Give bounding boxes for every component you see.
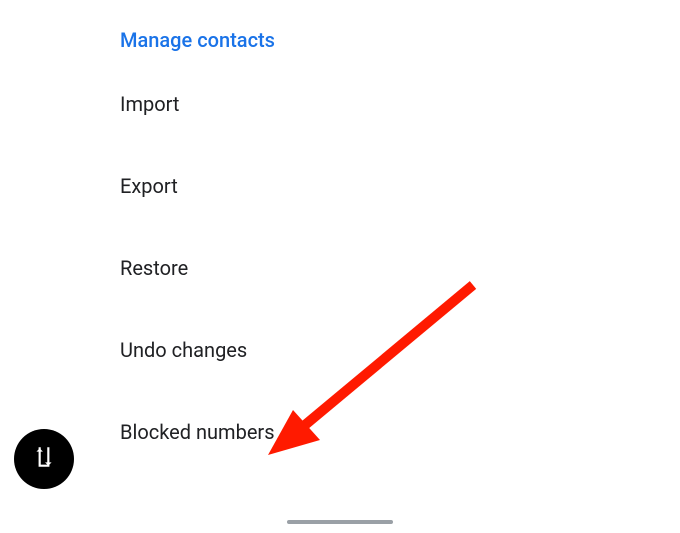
section-header-manage-contacts: Manage contacts	[120, 28, 680, 52]
menu-item-undo-changes[interactable]: Undo changes	[120, 338, 680, 362]
menu-item-export[interactable]: Export	[120, 174, 680, 198]
menu-item-import[interactable]: Import	[120, 92, 680, 116]
menu-item-restore[interactable]: Restore	[120, 256, 680, 280]
navigation-handle[interactable]	[287, 520, 393, 524]
sync-fab-button[interactable]	[14, 429, 74, 489]
menu-item-blocked-numbers[interactable]: Blocked numbers	[120, 420, 680, 444]
settings-content: Manage contacts Import Export Restore Un…	[0, 0, 680, 444]
sync-icon	[31, 444, 57, 474]
